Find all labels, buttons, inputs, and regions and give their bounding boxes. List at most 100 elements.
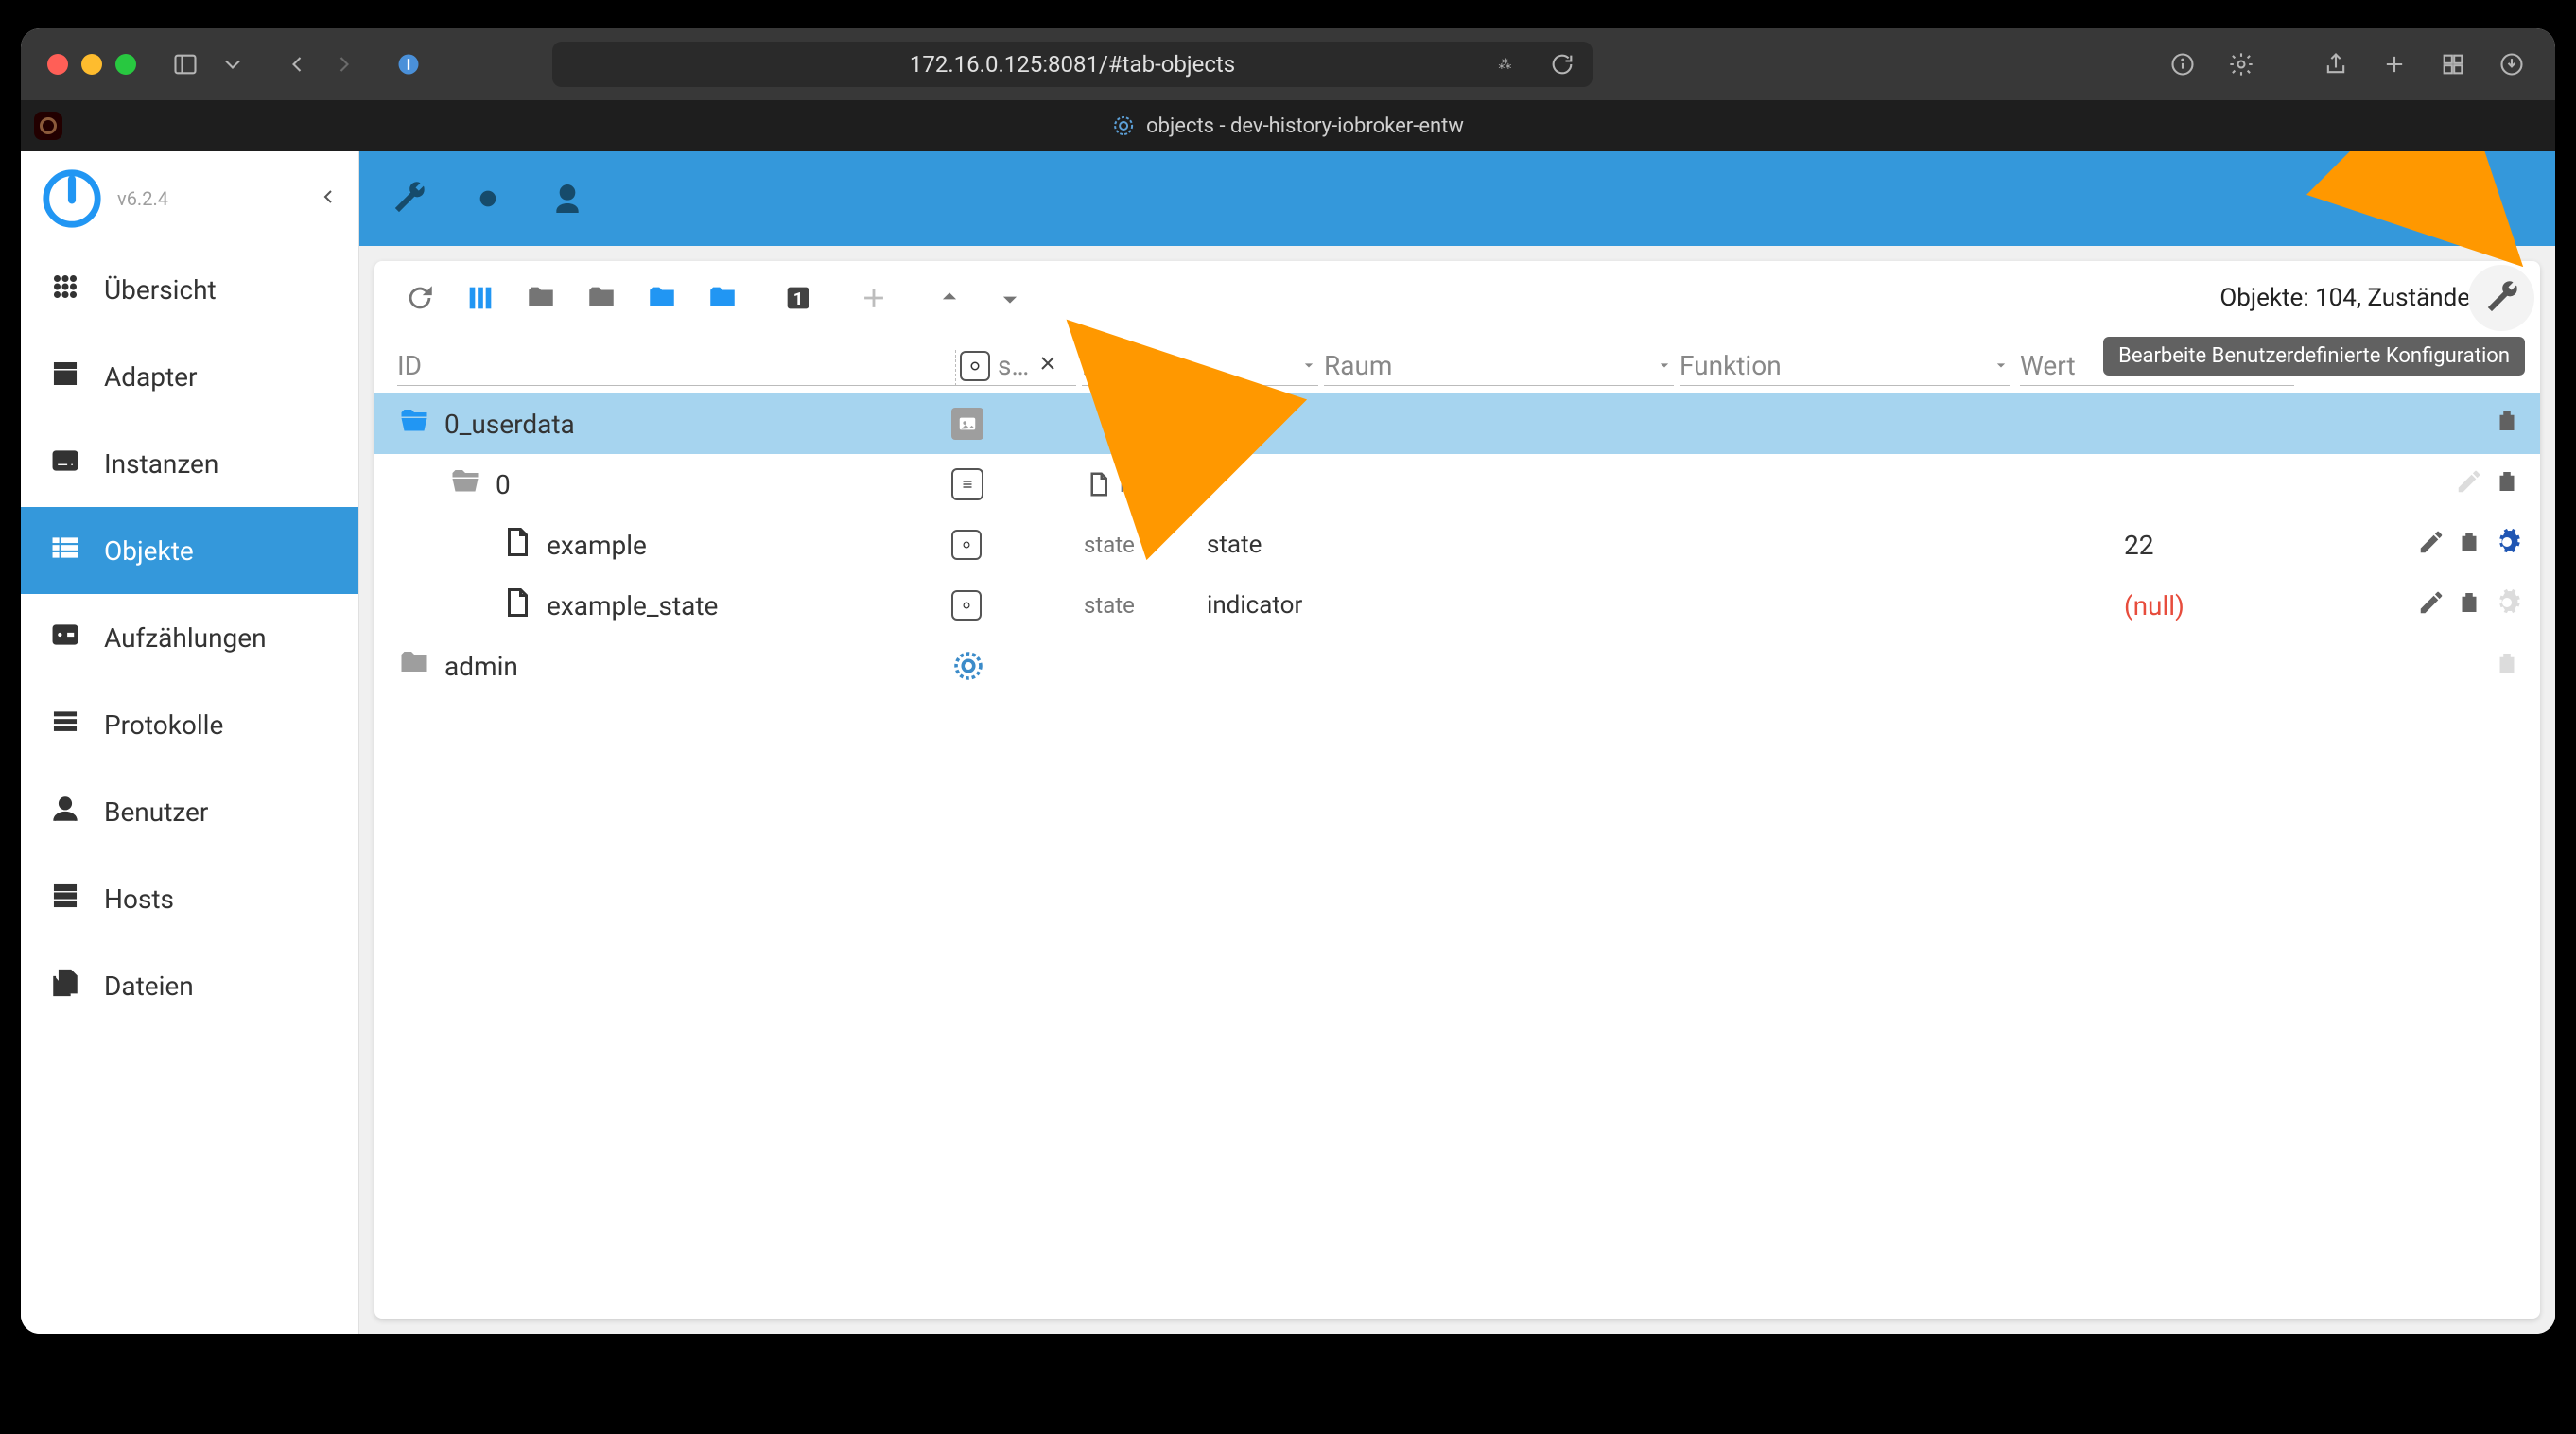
upload-button[interactable] — [927, 275, 972, 321]
sidebar-item-übersicht[interactable]: Übersicht — [21, 246, 358, 333]
sidebar-item-label: Benutzer — [104, 796, 208, 828]
close-window-button[interactable] — [47, 54, 68, 75]
appbar-wrench-icon[interactable] — [388, 178, 429, 219]
layer-one-button[interactable]: 1 — [775, 275, 821, 321]
chevron-down-icon[interactable] — [216, 47, 250, 81]
nav-back-icon[interactable] — [280, 47, 314, 81]
nav-list: Übersicht Adapter InstanzenObjekte Aufzählu… — [21, 246, 358, 1029]
type-label: meta — [1120, 471, 1172, 498]
folder-button[interactable] — [579, 275, 624, 321]
url-text: 172.16.0.125:8081/#tab-objects — [910, 51, 1235, 78]
row-actions — [2370, 467, 2521, 502]
folder-open-icon — [448, 464, 482, 505]
maximize-window-button[interactable] — [115, 54, 136, 75]
window-controls — [47, 54, 136, 75]
new-tab-icon[interactable] — [2377, 47, 2411, 81]
sidebar-item-aufzählungen[interactable]: Aufzählungen — [21, 594, 358, 681]
objects-toolbar: 1 Objekte: 104, Zustände: 76 — [374, 261, 2540, 335]
folder-blue-button[interactable] — [700, 275, 745, 321]
art-icon — [49, 619, 81, 657]
row-name: 0_userdata — [444, 409, 951, 440]
role-cell: indicator — [1207, 591, 1443, 620]
collapse-sidebar-button[interactable] — [317, 185, 339, 212]
tab-favicon — [34, 112, 62, 140]
settings-gear-icon[interactable] — [2224, 47, 2258, 81]
edit-icon[interactable] — [2417, 588, 2445, 623]
tab-title[interactable]: objects - dev-history-iobroker-entw — [1112, 114, 1464, 138]
state-chip-icon — [951, 590, 982, 621]
role-cell: state — [1207, 531, 1443, 559]
appbar-person-icon[interactable] — [547, 178, 588, 219]
table-row[interactable]: examplestatestate22 — [374, 515, 2540, 575]
subtitles-icon — [49, 445, 81, 483]
row-actions — [2370, 407, 2521, 442]
chevron-down-icon — [1655, 350, 1674, 381]
trash-icon[interactable] — [2493, 467, 2521, 502]
filter-type[interactable]: s… — [955, 350, 1076, 386]
filter-role[interactable]: Rolle — [1082, 350, 1318, 386]
type-label: state — [1084, 592, 1135, 619]
edit-icon[interactable] — [2455, 467, 2483, 502]
downloads-icon[interactable] — [2495, 47, 2529, 81]
trash-icon[interactable] — [2493, 407, 2521, 442]
reload-icon[interactable] — [1545, 47, 1579, 81]
gear-icon[interactable] — [2493, 588, 2521, 623]
download-button[interactable] — [987, 275, 1033, 321]
filter-room[interactable]: Raum — [1324, 350, 1674, 386]
nav-forward-icon[interactable] — [327, 47, 361, 81]
iobroker-logo-icon — [40, 166, 104, 231]
file-icon — [499, 525, 533, 566]
sidebar-item-label: Aufzählungen — [104, 622, 267, 654]
files-icon — [49, 967, 81, 1006]
sidebar-item-instanzen[interactable]: Instanzen — [21, 420, 358, 507]
main-area: 1 Objekte: 104, Zustände: 76 Bearbeite B… — [359, 151, 2555, 1334]
password-manager-icon[interactable] — [392, 47, 426, 81]
folder-open-blue-button[interactable] — [639, 275, 685, 321]
add-object-button[interactable] — [851, 275, 896, 321]
trash-icon[interactable] — [2455, 528, 2483, 563]
value-cell: 22 — [2124, 530, 2370, 561]
sidebar-item-objekte[interactable]: Objekte — [21, 507, 358, 594]
folder-open-button[interactable] — [518, 275, 564, 321]
edit-custom-config-button[interactable] — [2468, 265, 2534, 331]
sidebar-item-adapter[interactable]: Adapter — [21, 333, 358, 420]
table-row[interactable]: 0_userdata — [374, 393, 2540, 454]
info-icon[interactable] — [2166, 47, 2200, 81]
trash-icon[interactable] — [2493, 649, 2521, 684]
folder-open-icon — [397, 404, 431, 445]
gear-icon[interactable] — [2493, 528, 2521, 563]
minimize-window-button[interactable] — [81, 54, 102, 75]
sidebar-item-hosts[interactable]: Hosts — [21, 855, 358, 942]
tooltip: Bearbeite Benutzerdefinierte Konfigurati… — [2103, 337, 2525, 376]
columns-button[interactable] — [458, 275, 503, 321]
sidebar-item-benutzer[interactable]: Benutzer — [21, 768, 358, 855]
browser-toolbar: 172.16.0.125:8081/#tab-objects ⁂ — [21, 28, 2555, 100]
clear-type-filter-icon[interactable] — [1036, 350, 1059, 381]
refresh-button[interactable] — [397, 275, 443, 321]
table-row[interactable]: example_statestateindicator(null) — [374, 575, 2540, 636]
tab-overview-icon[interactable] — [2436, 47, 2470, 81]
edit-icon[interactable] — [2417, 528, 2445, 563]
filter-id[interactable]: ID — [397, 350, 955, 386]
meta-box-icon — [951, 468, 983, 500]
appbar-brightness-icon[interactable] — [467, 178, 509, 219]
url-bar[interactable]: 172.16.0.125:8081/#tab-objects ⁂ — [552, 42, 1593, 87]
file-icon — [499, 586, 533, 626]
filter-function[interactable]: Funktion — [1680, 350, 2010, 386]
sidebar-item-label: Adapter — [104, 361, 198, 393]
table-row[interactable]: admin — [374, 636, 2540, 696]
row-name: example — [547, 530, 951, 561]
sidebar-item-dateien[interactable]: Dateien — [21, 942, 358, 1029]
svg-text:⁂: ⁂ — [1498, 58, 1511, 73]
translate-icon[interactable]: ⁂ — [1492, 47, 1526, 81]
sidebar-item-protokolle[interactable]: Protokolle — [21, 681, 358, 768]
storage-icon — [49, 880, 81, 918]
sidebar-toggle-icon[interactable] — [168, 47, 202, 81]
image-icon — [951, 408, 983, 440]
share-icon[interactable] — [2319, 47, 2353, 81]
sidebar-item-label: Protokolle — [104, 709, 223, 741]
table-row[interactable]: 0meta — [374, 454, 2540, 515]
chevron-down-icon — [1992, 350, 2010, 381]
sidebar: v6.2.4 ÜbersichtAdapterInstanzenObjekteA… — [21, 151, 359, 1334]
trash-icon[interactable] — [2455, 588, 2483, 623]
